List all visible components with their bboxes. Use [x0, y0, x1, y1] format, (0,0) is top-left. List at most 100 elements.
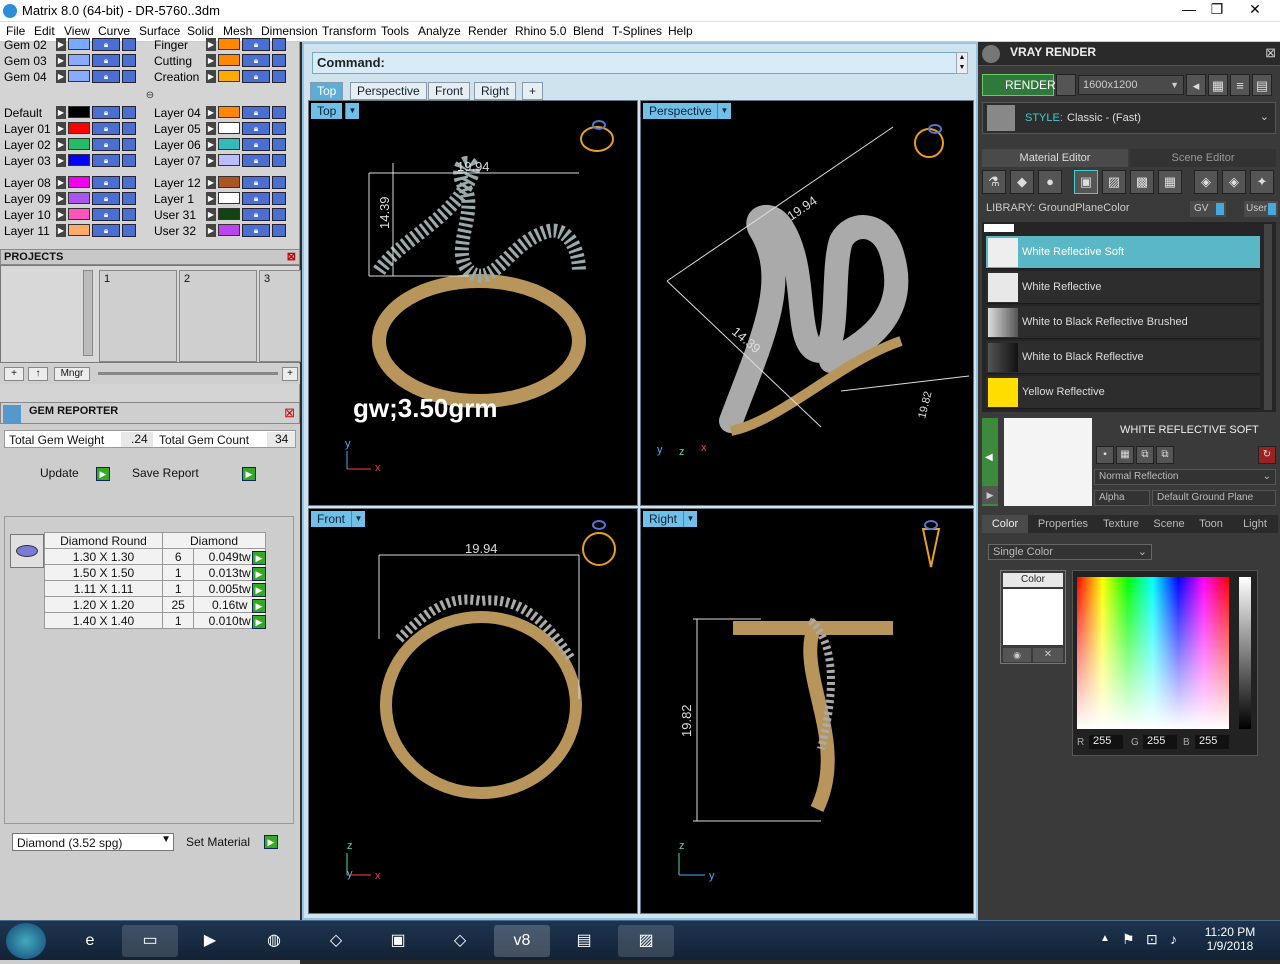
layer-row[interactable]: Layer 12 ▶ 🔒︎: [150, 176, 296, 191]
add-project-button[interactable]: +: [4, 367, 24, 381]
up-project-button[interactable]: ↑: [28, 367, 48, 381]
layer-expand-icon[interactable]: ▶: [206, 176, 216, 189]
layer-visibility-icon[interactable]: [272, 154, 286, 167]
layer-lock-icon[interactable]: 🔒︎: [242, 208, 270, 221]
render-button[interactable]: RENDER: [982, 74, 1056, 96]
tab-top[interactable]: Top: [310, 82, 344, 100]
command-bar[interactable]: Command:: [312, 52, 962, 74]
start-button[interactable]: [6, 923, 46, 959]
layer-visibility-icon[interactable]: [272, 138, 286, 151]
layer-lock-icon[interactable]: 🔒︎: [242, 38, 270, 51]
projects-close-icon[interactable]: ⊠: [287, 250, 296, 264]
layer-expand-icon[interactable]: ▶: [56, 176, 66, 189]
refresh-icon[interactable]: ↻: [1258, 446, 1276, 464]
file-explorer-icon[interactable]: ▭: [122, 925, 178, 957]
layer-lock-icon[interactable]: 🔒︎: [92, 176, 120, 189]
layer-lock-icon[interactable]: 🔒︎: [242, 70, 270, 83]
layer-row[interactable]: Gem 02 ▶ 🔒︎: [0, 38, 146, 53]
ring-app-icon[interactable]: ◇: [308, 925, 364, 957]
layer-color-swatch[interactable]: [68, 208, 90, 220]
image-viewer-icon[interactable]: ▨: [618, 925, 674, 957]
layer-lock-icon[interactable]: 🔒︎: [92, 54, 120, 67]
clear-color-icon[interactable]: ✕: [1033, 648, 1063, 662]
layer-row[interactable]: Cutting ▶ 🔒︎: [150, 54, 296, 69]
layer-color-swatch[interactable]: [218, 122, 240, 134]
layer-lock-icon[interactable]: 🔒︎: [92, 154, 120, 167]
media-player-icon[interactable]: ▶: [182, 925, 238, 957]
color-mode-select[interactable]: Single Color ⌄: [988, 544, 1152, 560]
layer-lock-icon[interactable]: 🔒︎: [242, 54, 270, 67]
hatch-icon[interactable]: ▨: [1102, 170, 1126, 194]
monitor-app-icon[interactable]: ▣: [370, 925, 426, 957]
layer-visibility-icon[interactable]: [272, 54, 286, 67]
menu-transform[interactable]: Transform: [322, 24, 376, 38]
add-slot-button[interactable]: +: [282, 367, 298, 381]
color-picker-icon[interactable]: ◉: [1003, 648, 1031, 662]
paste-material-icon[interactable]: ⧉: [1156, 446, 1174, 464]
save-report-button[interactable]: Save Report: [132, 466, 236, 482]
next-arrow-icon[interactable]: ▶: [982, 486, 998, 504]
layer-row[interactable]: Layer 05 ▶ 🔒︎: [150, 122, 296, 137]
table-row[interactable]: 1.20 X 1.20 25 0.16tw: [44, 596, 266, 613]
ring-app-2-icon[interactable]: ◇: [432, 925, 488, 957]
menu-view[interactable]: View: [64, 24, 90, 38]
layer-visibility-icon[interactable]: [122, 208, 136, 221]
layer-lock-icon[interactable]: 🔒︎: [242, 176, 270, 189]
layer-row[interactable]: Creation ▶ 🔒︎: [150, 70, 296, 85]
collapse-arrow-icon[interactable]: ⊖: [140, 90, 160, 102]
layer-visibility-icon[interactable]: [272, 208, 286, 221]
layer-expand-icon[interactable]: ▶: [206, 122, 216, 135]
menu-file[interactable]: File: [6, 24, 25, 38]
layer-color-swatch[interactable]: [218, 106, 240, 118]
layer-visibility-icon[interactable]: [272, 192, 286, 205]
layer-color-swatch[interactable]: [68, 106, 90, 118]
layer-expand-icon[interactable]: ▶: [56, 154, 66, 167]
layer-visibility-icon[interactable]: [272, 70, 286, 83]
menu-rhino[interactable]: Rhino 5.0: [515, 24, 566, 38]
menu-surface[interactable]: Surface: [139, 24, 180, 38]
layer-lock-icon[interactable]: 🔒︎: [92, 106, 120, 119]
vray-close-icon[interactable]: ⊠: [1265, 45, 1276, 61]
layer-lock-icon[interactable]: 🔒︎: [92, 38, 120, 51]
layer-row[interactable]: Layer 11 ▶ 🔒︎: [0, 224, 146, 239]
layer-expand-icon[interactable]: ▶: [56, 192, 66, 205]
alpha-select[interactable]: Alpha: [1094, 490, 1150, 506]
layer-color-swatch[interactable]: [218, 138, 240, 150]
color-spectrum[interactable]: [1077, 577, 1229, 729]
layer-lock-icon[interactable]: 🔒︎: [92, 70, 120, 83]
layer-expand-icon[interactable]: ▶: [206, 54, 216, 67]
layer-visibility-icon[interactable]: [122, 192, 136, 205]
layer-lock-icon[interactable]: 🔒︎: [242, 106, 270, 119]
layer-row[interactable]: Gem 03 ▶ 🔒︎: [0, 54, 146, 69]
tab-material-editor[interactable]: Material Editor: [982, 149, 1128, 167]
list-item[interactable]: White Reflective Soft: [986, 236, 1260, 269]
layer-expand-icon[interactable]: ▶: [206, 138, 216, 151]
layer-visibility-icon[interactable]: [122, 122, 136, 135]
layer-color-swatch[interactable]: [218, 38, 240, 50]
layer-expand-icon[interactable]: ▶: [56, 54, 66, 67]
table-row[interactable]: 1.40 X 1.40 1 0.010tw: [44, 612, 266, 629]
layer-visibility-icon[interactable]: [122, 154, 136, 167]
checker-icon[interactable]: ▦: [1158, 170, 1182, 194]
layer-color-swatch[interactable]: [68, 70, 90, 82]
grid-icon[interactable]: ▤: [1252, 74, 1272, 96]
menu-solid[interactable]: Solid: [187, 24, 214, 38]
layer-visibility-icon[interactable]: [122, 224, 136, 237]
menu-dimension[interactable]: Dimension: [261, 24, 318, 38]
tab-color[interactable]: Color: [982, 515, 1028, 533]
layer-lock-icon[interactable]: 🔒︎: [92, 192, 120, 205]
shape2-icon[interactable]: ◈: [1222, 170, 1246, 194]
matrix-taskbar-icon[interactable]: v8: [494, 925, 550, 957]
menu-analyze[interactable]: Analyze: [418, 24, 461, 38]
layer-visibility-icon[interactable]: [272, 38, 286, 51]
menu-tsplines[interactable]: T-Splines: [612, 24, 662, 38]
layer-expand-icon[interactable]: ▶: [206, 106, 216, 119]
layer-row[interactable]: Layer 06 ▶ 🔒︎: [150, 138, 296, 153]
layer-visibility-icon[interactable]: [122, 38, 136, 51]
light-bulb-icon[interactable]: ✦: [1250, 170, 1274, 194]
layer-visibility-icon[interactable]: [272, 106, 286, 119]
row-1-go-icon[interactable]: ▶: [252, 551, 266, 565]
row-3-go-icon[interactable]: ▶: [252, 583, 266, 597]
brightness-slider[interactable]: [1239, 577, 1251, 729]
layer-expand-icon[interactable]: ▶: [206, 192, 216, 205]
